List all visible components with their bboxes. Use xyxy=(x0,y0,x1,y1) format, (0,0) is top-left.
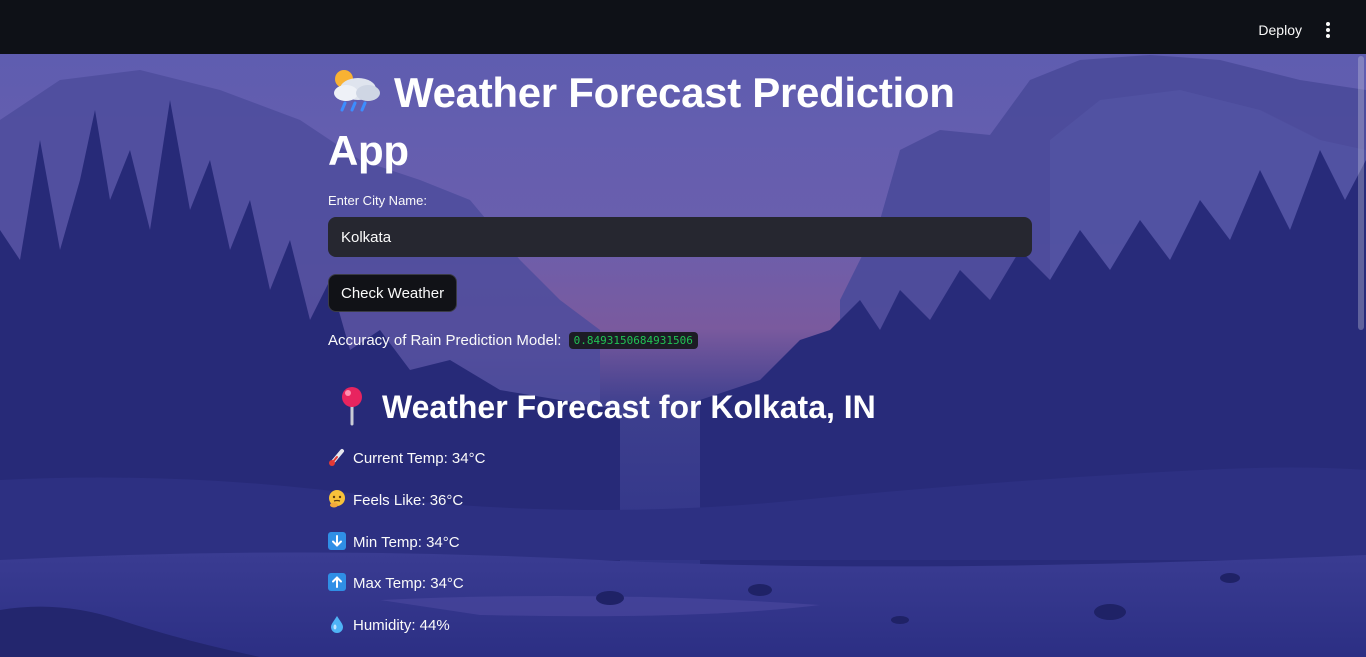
droplet-icon xyxy=(331,616,343,633)
forecast-heading-text: Weather Forecast for Kolkata, IN xyxy=(382,389,876,425)
city-input-label: Enter City Name: xyxy=(328,193,427,208)
stat-text: Feels Like: 36°C xyxy=(353,492,464,509)
stat-text: Humidity: 44% xyxy=(353,617,450,634)
page-title: Weather Forecast Prediction App xyxy=(328,64,1032,180)
location-pin-icon xyxy=(342,387,362,426)
page-title-text: Weather Forecast Prediction App xyxy=(328,69,955,174)
stat-min-temp: Min Temp: 34°C xyxy=(328,532,460,553)
stat-feels-like: Feels Like: 36°C xyxy=(328,490,463,511)
stat-text: Current Temp: 34°C xyxy=(353,450,486,467)
scrollbar[interactable] xyxy=(1358,56,1364,330)
app-window: Deploy Weather Forecast Prediction App E… xyxy=(0,0,1366,657)
check-weather-button[interactable]: Check Weather xyxy=(328,274,458,312)
forecast-heading: Weather Forecast for Kolkata, IN xyxy=(328,382,876,432)
down-arrow-icon xyxy=(328,532,346,550)
more-vertical-icon[interactable] xyxy=(1316,20,1340,40)
app-header: Deploy xyxy=(0,0,1366,54)
rain-cloud-icon xyxy=(334,70,380,112)
stat-current-temp: Current Temp: 34°C xyxy=(328,448,485,469)
accuracy-label: Accuracy of Rain Prediction Model: xyxy=(328,332,562,349)
thinking-face-icon xyxy=(329,490,345,508)
stat-text: Min Temp: 34°C xyxy=(353,534,460,551)
accuracy-line: Accuracy of Rain Prediction Model: 0.849… xyxy=(328,332,698,349)
stat-max-temp: Max Temp: 34°C xyxy=(328,573,464,594)
deploy-button[interactable]: Deploy xyxy=(1250,17,1310,43)
accuracy-value: 0.8493150684931506 xyxy=(568,332,698,349)
thermometer-icon xyxy=(329,449,344,466)
city-input[interactable] xyxy=(328,217,1032,257)
up-arrow-icon xyxy=(328,573,346,591)
stat-humidity: Humidity: 44% xyxy=(328,615,450,636)
stat-text: Max Temp: 34°C xyxy=(353,575,464,592)
